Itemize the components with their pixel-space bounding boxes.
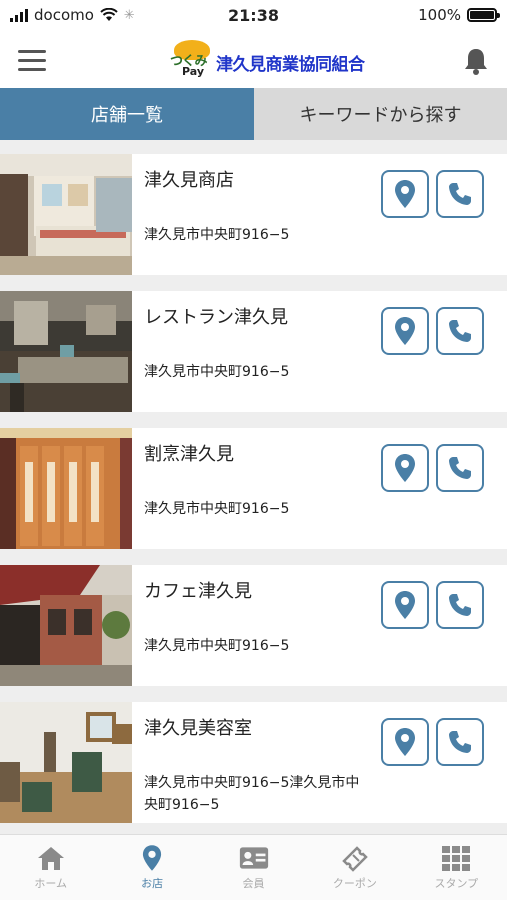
store-item[interactable]: 津久見美容室 津久見市中央町916−5津久見市中央町916−5 bbox=[0, 702, 507, 823]
logo-name: 津久見商業協同組合 bbox=[216, 55, 365, 75]
nav-home[interactable]: ホーム bbox=[0, 835, 101, 900]
phone-icon bbox=[449, 594, 471, 616]
bell-icon[interactable] bbox=[461, 46, 491, 76]
tab-keyword-search[interactable]: キーワードから探す bbox=[254, 88, 507, 140]
tab-store-list[interactable]: 店舗一覧 bbox=[0, 88, 254, 140]
store-address: 津久見市中央町916−5津久見市中央町916−5 bbox=[144, 775, 360, 813]
map-pin-icon bbox=[395, 317, 415, 345]
hamburger-icon[interactable] bbox=[18, 50, 46, 72]
home-icon bbox=[37, 847, 64, 870]
store-item[interactable]: 津久見商店 津久見市中央町916−5 bbox=[0, 154, 507, 275]
battery-fill bbox=[470, 11, 494, 19]
store-photo bbox=[0, 428, 132, 549]
call-button[interactable] bbox=[436, 307, 484, 355]
store-name: レストラン津久見 bbox=[144, 307, 288, 328]
store-name: 割烹津久見 bbox=[144, 444, 234, 465]
battery-icon bbox=[467, 8, 500, 22]
call-button[interactable] bbox=[436, 581, 484, 629]
store-address: 津久見市中央町916−5 bbox=[144, 501, 290, 517]
map-button[interactable] bbox=[381, 718, 429, 766]
store-item[interactable]: 割烹津久見 津久見市中央町916−5 bbox=[0, 428, 507, 549]
map-button[interactable] bbox=[381, 581, 429, 629]
bottom-nav: ホーム お店 会員 クーポン スタンプ bbox=[0, 834, 507, 900]
call-button[interactable] bbox=[436, 444, 484, 492]
map-pin-icon bbox=[395, 591, 415, 619]
phone-icon bbox=[449, 457, 471, 479]
nav-stores[interactable]: お店 bbox=[101, 835, 202, 900]
call-button[interactable] bbox=[436, 170, 484, 218]
store-photo bbox=[0, 154, 132, 275]
logo-pay: Pay bbox=[182, 65, 205, 78]
phone-icon bbox=[449, 183, 471, 205]
store-name: カフェ津久見 bbox=[144, 581, 252, 602]
app-header: つくみ Pay 津久見商業協同組合 bbox=[0, 32, 507, 88]
grid-icon bbox=[442, 846, 471, 871]
call-button[interactable] bbox=[436, 718, 484, 766]
store-address: 津久見市中央町916−5 bbox=[144, 638, 290, 654]
map-pin-icon bbox=[143, 845, 162, 871]
store-photo bbox=[0, 565, 132, 686]
map-pin-icon bbox=[395, 728, 415, 756]
store-address: 津久見市中央町916−5 bbox=[144, 364, 290, 380]
map-button[interactable] bbox=[381, 307, 429, 355]
store-name: 津久見商店 bbox=[144, 170, 234, 191]
phone-icon bbox=[449, 731, 471, 753]
store-photo bbox=[0, 291, 132, 412]
tab-bar: 店舗一覧 キーワードから探す bbox=[0, 88, 507, 140]
app-logo: つくみ Pay 津久見商業協同組合 bbox=[170, 40, 365, 80]
nav-label: クーポン bbox=[332, 877, 377, 890]
store-item[interactable]: カフェ津久見 津久見市中央町916−5 bbox=[0, 565, 507, 686]
nav-member[interactable]: 会員 bbox=[203, 835, 304, 900]
map-pin-icon bbox=[395, 454, 415, 482]
nav-label: 会員 bbox=[242, 877, 265, 890]
status-bar: docomo ✳ 21:38 100% bbox=[0, 0, 507, 32]
nav-stamp[interactable]: スタンプ bbox=[406, 835, 507, 900]
nav-label: スタンプ bbox=[434, 877, 479, 890]
phone-icon bbox=[449, 320, 471, 342]
status-right: 100% bbox=[418, 6, 500, 24]
logo-mark: つくみ Pay bbox=[170, 40, 214, 80]
store-item[interactable]: レストラン津久見 津久見市中央町916−5 bbox=[0, 291, 507, 412]
nav-label: ホーム bbox=[34, 877, 68, 890]
map-button[interactable] bbox=[381, 444, 429, 492]
battery-percent: 100% bbox=[418, 6, 461, 24]
map-button[interactable] bbox=[381, 170, 429, 218]
nav-coupon[interactable]: クーポン bbox=[304, 835, 405, 900]
store-photo bbox=[0, 702, 132, 823]
map-pin-icon bbox=[395, 180, 415, 208]
store-list: 津久見商店 津久見市中央町916−5 レストラン津久見 津久見市中央町916−5 bbox=[0, 140, 507, 834]
nav-label: お店 bbox=[141, 877, 164, 890]
ticket-icon bbox=[342, 846, 368, 872]
store-name: 津久見美容室 bbox=[144, 718, 252, 739]
store-address: 津久見市中央町916−5 bbox=[144, 227, 290, 243]
member-card-icon bbox=[239, 847, 268, 869]
